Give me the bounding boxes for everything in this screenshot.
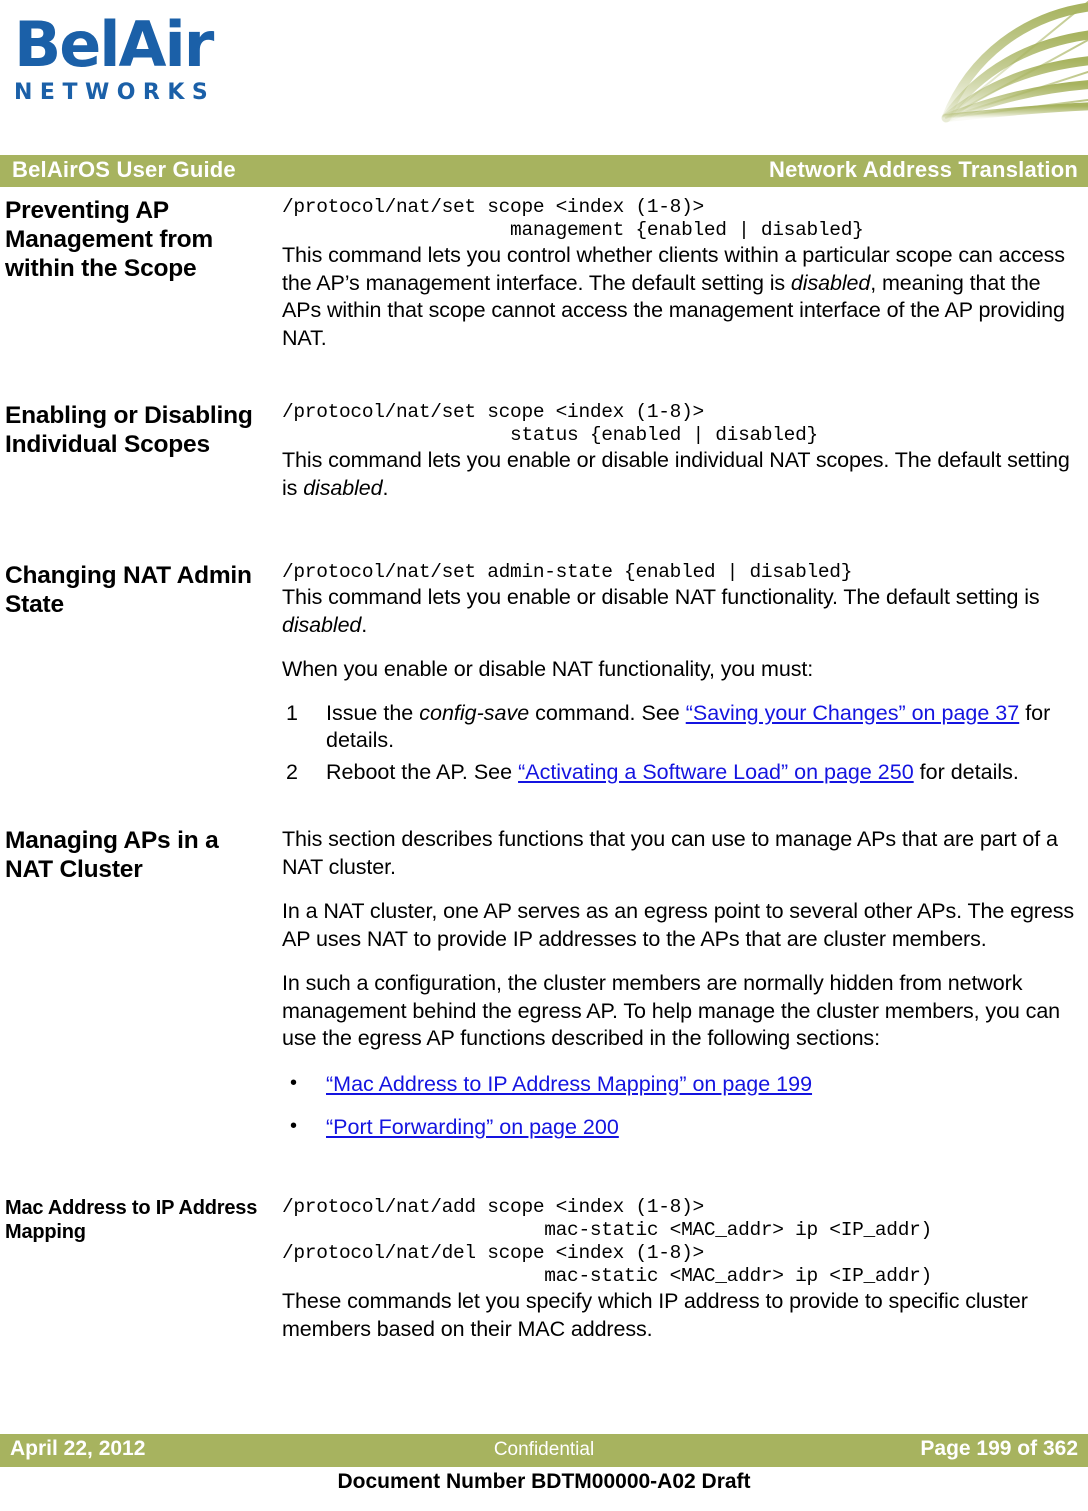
bullet-icon: • [290,1071,298,1094]
list-item: 1 Issue the config-save command. See “Sav… [282,700,1082,755]
bullet-icon: • [290,1115,298,1137]
section-mac-address-to-ip-address-mapping: Mac Address to IP Address Mapping /proto… [0,1196,1088,1376]
body-paragraph: This command lets you enable or disable … [282,584,1082,639]
section-heading: Preventing AP Management from within the… [5,197,214,282]
cross-reference-link[interactable]: “Saving your Changes” on page 37 [686,701,1019,725]
paragraph-text-tail: . [382,475,389,500]
step-number: 2 [286,759,298,784]
footer-document-number: Document Number BDTM00000-A02 Draft [337,1470,751,1493]
section-heading: Changing NAT Admin State [5,562,252,618]
emphasis-default-value: disabled [790,270,871,295]
section-content: /protocol/nat/set scope <index (1-8)> ma… [282,196,1082,352]
step-text-tail: for details. [913,759,1019,784]
step-text-lead: Issue the [326,700,420,725]
running-header-bar: BelAirOS User Guide Network Address Tran… [0,155,1088,187]
list-item: • “Port Forwarding” on page 200 [282,1114,1082,1142]
header-chapter-title: Network Address Translation [769,157,1078,182]
body-paragraph: These commands let you specify which IP … [282,1289,1028,1341]
body-paragraph: In a NAT cluster, one AP serves as an eg… [282,899,1075,951]
emphasis-default-value: disabled [282,612,362,637]
belair-networks-logo: BelAir NETWORKS [14,14,244,106]
section-content: /protocol/nat/set scope <index (1-8)> st… [282,401,1082,502]
cross-reference-link[interactable]: “Mac Address to IP Address Mapping” on p… [326,1072,812,1096]
footer-bar: April 22, 2012 Confidential Page 199 of … [0,1434,1088,1467]
section-heading: Mac Address to IP Address Mapping [5,1197,258,1243]
section-enabling-disabling-individual-scopes: Enabling or Disabling Individual Scopes … [0,401,1088,561]
section-changing-nat-admin-state: Changing NAT Admin State /protocol/nat/s… [0,561,1088,826]
cli-command-block: /protocol/nat/set scope <index (1-8)> st… [282,401,818,446]
footer-page-number: Page 199 of 362 [920,1437,1078,1460]
list-item: • “Mac Address to IP Address Mapping” on … [282,1071,1082,1099]
cross-reference-link[interactable]: “Port Forwarding” on page 200 [326,1115,619,1139]
cli-command-block: /protocol/nat/set admin-state {enabled |… [282,561,853,583]
page-body: Preventing AP Management from within the… [0,196,1088,1376]
cli-command-block: /protocol/nat/set scope <index (1-8)> ma… [282,196,864,241]
step-text-lead: Reboot the AP. See [326,759,519,784]
cross-reference-bullet-list: • “Mac Address to IP Address Mapping” on … [282,1071,1082,1142]
step-number: 1 [286,700,298,725]
paragraph-text-lead: This command lets you enable or disable … [282,448,1070,500]
body-paragraph: This command lets you enable or disable … [282,447,1082,502]
header-guide-title: BelAirOS User Guide [12,157,236,182]
body-paragraph: When you enable or disable NAT functiona… [282,657,814,681]
emphasis-default-value: disabled [303,475,383,500]
emphasis-command-name: config-save [419,700,530,725]
numbered-step-list: 1 Issue the config-save command. See “Sav… [282,700,1082,787]
cross-reference-link[interactable]: “Activating a Software Load” on page 250 [518,760,914,784]
paragraph-text-lead: This command lets you enable or disable … [282,585,1040,609]
paragraph-text-tail: . [361,612,368,637]
decorative-arc-graphic-icon [920,0,1088,150]
masthead: BelAir NETWORKS [0,0,1088,155]
section-managing-aps-in-a-nat-cluster: Managing APs in a NAT Cluster This secti… [0,826,1088,1196]
section-heading: Enabling or Disabling Individual Scopes [5,402,253,458]
logo-subtext: NETWORKS [14,80,216,105]
section-content: /protocol/nat/set admin-state {enabled |… [282,561,1082,786]
cli-command-block: /protocol/nat/add scope <index (1-8)> ma… [282,1196,932,1287]
body-paragraph: This section describes functions that yo… [282,827,1058,879]
body-paragraph: This command lets you control whether cl… [282,242,1082,352]
logo-wordmark: BelAir [14,8,214,81]
section-content: /protocol/nat/add scope <index (1-8)> ma… [282,1196,1082,1343]
section-heading: Managing APs in a NAT Cluster [5,827,219,883]
step-text-mid: command. See [529,700,686,725]
list-item: 2 Reboot the AP. See “Activating a Softwa… [282,759,1082,787]
section-preventing-ap-management: Preventing AP Management from within the… [0,196,1088,401]
section-content: This section describes functions that yo… [282,826,1082,1142]
body-paragraph: In such a configuration, the cluster mem… [282,971,1061,1050]
